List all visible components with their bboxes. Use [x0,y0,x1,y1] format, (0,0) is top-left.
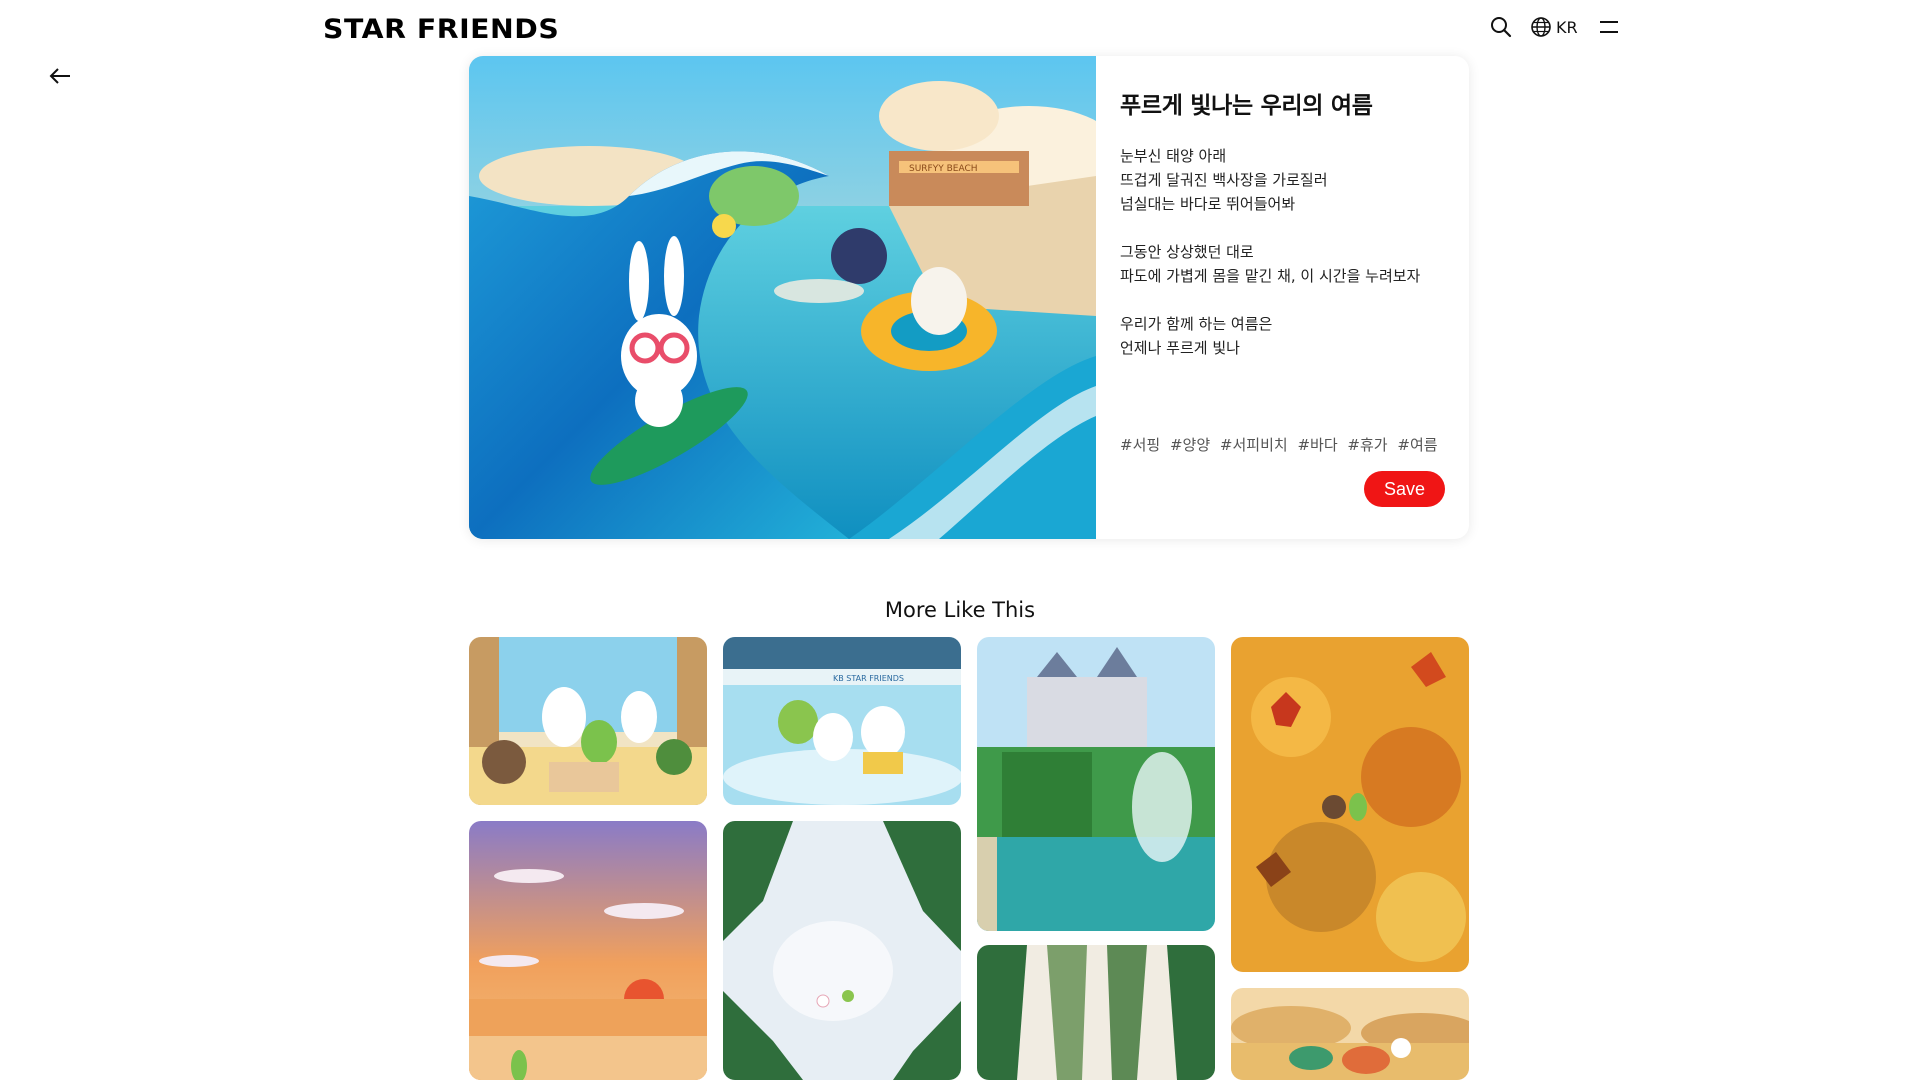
logo[interactable]: STAR FRIENDS [323,14,559,45]
language-label: KR [1556,17,1578,37]
description-line: 파도에 가볍게 몸을 맡긴 채, 이 시간을 누려보자 [1120,267,1421,285]
globe-icon [1530,16,1552,38]
tile-palace-fountain[interactable] [977,637,1215,931]
tile-autumn-leaves[interactable] [1231,637,1469,972]
description-line: 눈부신 태양 아래 [1120,147,1227,165]
save-button[interactable]: Save [1364,471,1445,507]
pin-info: 푸르게 빛나는 우리의 여름 눈부신 태양 아래 뜨겁게 달궈진 백사장을 가로… [1096,56,1469,539]
description-line: 언제나 푸르게 빛나 [1120,339,1240,357]
header-actions: KR [1490,16,1620,38]
search-icon[interactable] [1490,16,1512,38]
pin-title: 푸르게 빛나는 우리의 여름 [1120,93,1373,119]
pin-card: SURFYY BEACH 푸르게 빛나는 우리의 여름 눈부신 태양 아래 뜨겁… [469,56,1469,539]
tag-list: #서핑 #양양 #서피비치 #바다 #휴가 #여름 [1120,434,1443,455]
beach-sign: SURFYY BEACH [909,164,978,174]
tile-autumn-field[interactable] [1231,988,1469,1080]
tile-traditional-room[interactable] [469,637,707,805]
arrow-left-icon[interactable] [48,66,72,90]
description-line: 우리가 함께 하는 여름은 [1120,315,1273,333]
tile-sunset-beach[interactable] [469,821,707,1080]
language-selector[interactable]: KR [1530,16,1578,38]
description-line: 그동안 상상했던 대로 [1120,243,1254,261]
tile-snowy-forest[interactable] [723,821,961,1080]
description-line: 넘실대는 바다로 뛰어들어봐 [1120,195,1296,213]
pin-image[interactable]: SURFYY BEACH [469,56,1119,539]
tag-link[interactable]: #양양 [1170,436,1210,454]
rink-sign: KB STAR FRIENDS [833,674,904,683]
tile-ice-skating[interactable]: KB STAR FRIENDS [723,637,961,805]
tile-snow-trees[interactable] [977,945,1215,1080]
menu-icon[interactable] [1598,19,1620,35]
tag-link[interactable]: #여름 [1397,436,1437,454]
tag-link[interactable]: #서핑 [1120,436,1160,454]
tag-link[interactable]: #휴가 [1347,436,1387,454]
pin-description: 눈부신 태양 아래 뜨겁게 달궈진 백사장을 가로질러 넘실대는 바다로 뛰어들… [1120,144,1445,360]
tag-link[interactable]: #서피비치 [1220,436,1288,454]
more-like-this-heading: More Like This [884,598,1036,622]
tag-link[interactable]: #바다 [1297,436,1337,454]
description-line: 뜨겁게 달궈진 백사장을 가로질러 [1120,171,1328,189]
